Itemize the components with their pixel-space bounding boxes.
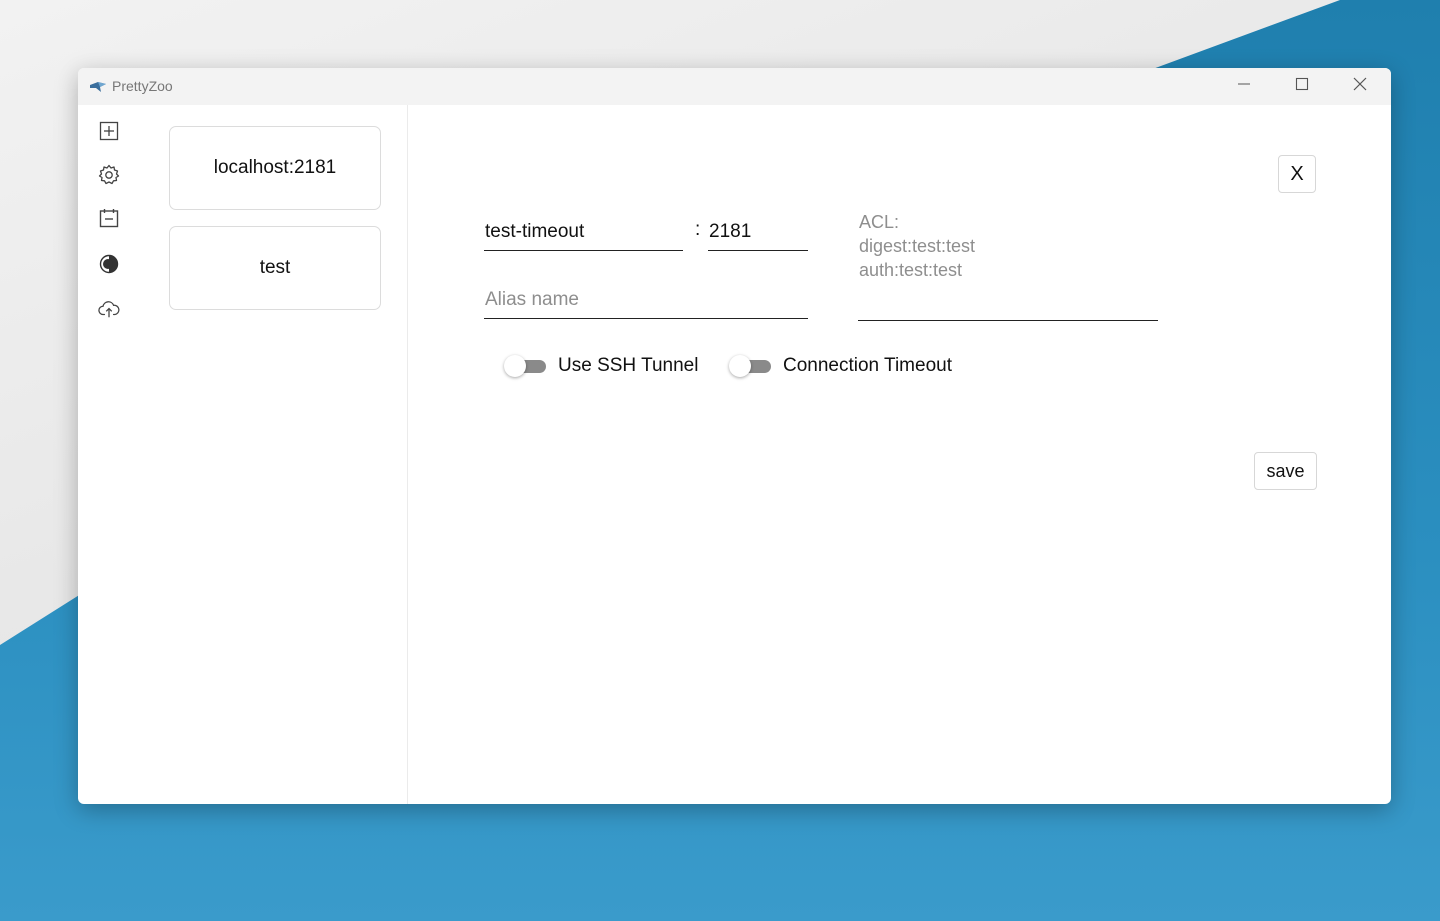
theme-icon[interactable] <box>98 253 120 275</box>
minimize-button[interactable] <box>1215 68 1273 105</box>
close-panel-button[interactable]: X <box>1278 155 1316 193</box>
server-config-panel: X test-timeout : 2181 Alias name ACL: di… <box>408 105 1391 804</box>
ssh-tunnel-label: Use SSH Tunnel <box>558 355 699 376</box>
close-window-button[interactable] <box>1331 68 1389 105</box>
maximize-icon <box>1295 77 1309 96</box>
icon-sidebar <box>78 105 140 804</box>
log-icon[interactable] <box>98 207 120 229</box>
app-logo-icon <box>89 79 107 95</box>
app-window: PrettyZoo localhost:2181 test X test-tim… <box>78 68 1391 804</box>
settings-icon[interactable] <box>98 164 120 186</box>
server-item-test[interactable]: test <box>169 226 381 310</box>
add-server-icon[interactable] <box>98 120 120 142</box>
host-field[interactable]: test-timeout <box>484 210 683 251</box>
title-bar[interactable]: PrettyZoo <box>78 68 1391 105</box>
server-list: localhost:2181 test <box>140 105 408 804</box>
desktop-background: PrettyZoo localhost:2181 test X test-tim… <box>0 0 1440 921</box>
toggle-knob <box>729 355 751 377</box>
ssh-tunnel-toggle-row: Use SSH Tunnel <box>504 355 698 377</box>
connection-timeout-toggle-row: Connection Timeout <box>729 355 952 377</box>
server-item-label: localhost:2181 <box>213 157 337 178</box>
ssh-tunnel-toggle[interactable] <box>504 355 548 377</box>
window-title: PrettyZoo <box>112 78 173 94</box>
acl-placeholder: ACL: digest:test:test auth:test:test <box>859 212 976 280</box>
save-button[interactable]: save <box>1254 452 1317 490</box>
acl-textarea[interactable]: ACL: digest:test:test auth:test:test <box>858 209 1158 321</box>
server-item-label: test <box>259 257 291 278</box>
connection-timeout-label: Connection Timeout <box>783 355 952 376</box>
connection-timeout-toggle[interactable] <box>729 355 773 377</box>
port-value: 2181 <box>709 221 752 242</box>
toggle-knob <box>504 355 526 377</box>
upload-icon[interactable] <box>98 298 120 320</box>
host-value: test-timeout <box>485 221 585 242</box>
minimize-icon <box>1237 77 1251 96</box>
server-item-localhost[interactable]: localhost:2181 <box>169 126 381 210</box>
alias-field[interactable]: Alias name <box>484 280 808 319</box>
port-separator: : <box>695 219 701 240</box>
port-field[interactable]: 2181 <box>708 210 808 251</box>
alias-placeholder: Alias name <box>485 289 579 310</box>
close-icon <box>1353 77 1367 96</box>
maximize-button[interactable] <box>1273 68 1331 105</box>
